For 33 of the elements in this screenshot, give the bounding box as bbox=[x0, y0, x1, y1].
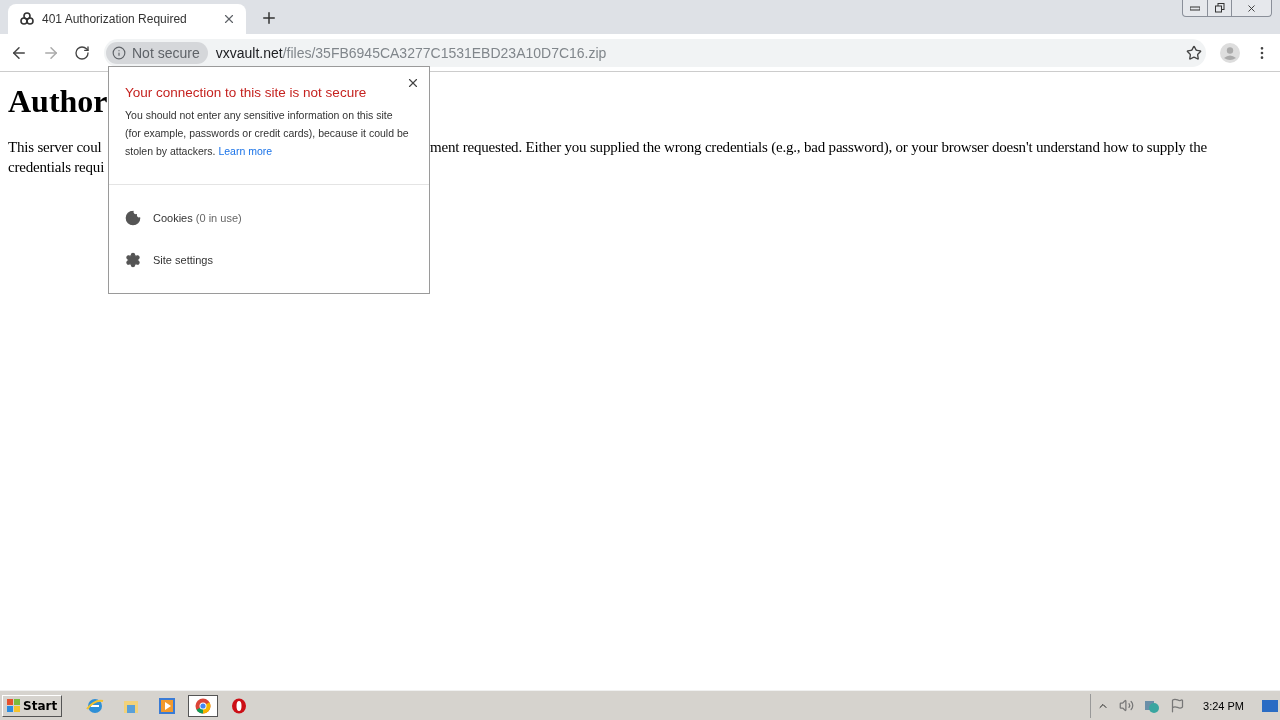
body-text: This server coul bbox=[8, 138, 103, 157]
close-icon[interactable] bbox=[406, 76, 420, 90]
browser-tab[interactable]: 401 Authorization Required bbox=[8, 4, 246, 34]
new-tab-icon[interactable] bbox=[260, 9, 278, 27]
url-text[interactable]: vxvault.net/files/35FB6945CA3277C1531EBD23A10D7C16.zip bbox=[215, 44, 1178, 61]
security-chip[interactable]: Not secure bbox=[106, 41, 208, 64]
clock[interactable]: 3:24 PM bbox=[1203, 699, 1244, 712]
globe-e-icon bbox=[86, 696, 105, 715]
body-text: ment requested. Either you supplied the wrong credentials (e.g., bad password), or your browser doesn't understand how to supply the bbox=[430, 138, 1208, 157]
avatar-icon[interactable] bbox=[1220, 42, 1240, 63]
play-icon bbox=[158, 696, 177, 715]
page-heading: Author bbox=[8, 82, 108, 120]
flag-icon[interactable] bbox=[1170, 698, 1186, 713]
opera-icon bbox=[231, 697, 248, 714]
star-icon[interactable] bbox=[1186, 44, 1202, 61]
popup-title: Your connection to this site is not secure bbox=[125, 85, 368, 100]
popup-menu-item[interactable]: Cookies (0 in use) bbox=[109, 197, 429, 239]
reload-icon[interactable] bbox=[74, 44, 90, 61]
cookie-icon bbox=[125, 210, 141, 226]
windows-logo-icon bbox=[7, 698, 21, 713]
tab-title: 401 Authorization Required bbox=[42, 12, 188, 26]
learn-more-link[interactable]: Learn more bbox=[218, 145, 273, 157]
start-button[interactable]: Start bbox=[2, 694, 63, 717]
gear-icon bbox=[125, 252, 141, 268]
info-icon bbox=[112, 45, 126, 60]
body-text: credentials requi bbox=[8, 158, 106, 177]
popup-message: You should not enter any sensitive information on this site (for example, passwords or credit cards), because it could be stolen by attackers. Learn more bbox=[125, 108, 409, 159]
close-tab-icon[interactable] bbox=[222, 12, 236, 26]
speaker-icon[interactable] bbox=[1119, 698, 1135, 713]
show-desktop-icon[interactable] bbox=[1262, 699, 1278, 712]
chrome-icon bbox=[195, 697, 212, 714]
taskbar-app[interactable] bbox=[188, 694, 219, 717]
popup-menu-item[interactable]: Site settings bbox=[109, 239, 429, 281]
